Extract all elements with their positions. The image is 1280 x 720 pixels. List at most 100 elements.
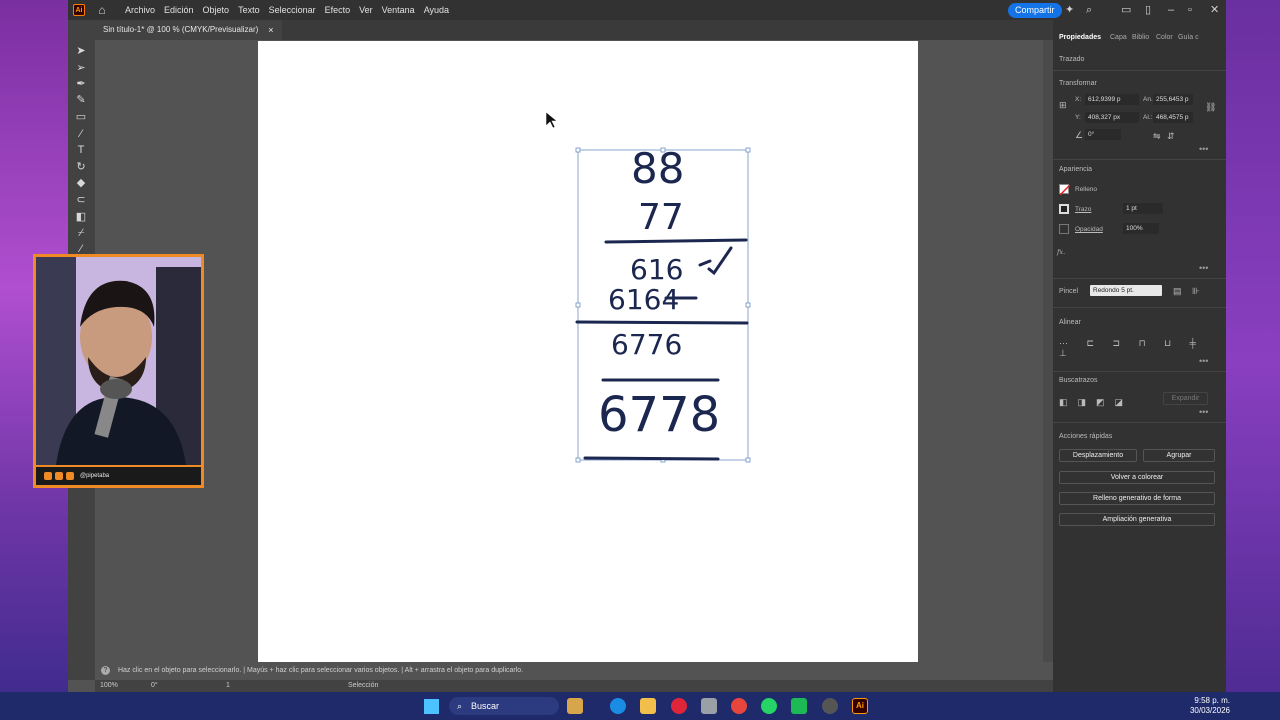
- fill-swatch[interactable]: [1059, 184, 1070, 195]
- more-options-icon[interactable]: •••: [1199, 144, 1208, 154]
- document-tab-bar: Sin título-1* @ 100 % (CMYK/Previsualiza…: [95, 20, 1053, 40]
- zoom-level[interactable]: 100%: [100, 680, 118, 692]
- app-icon[interactable]: [791, 698, 807, 714]
- taskbar-search[interactable]: ⌕ Buscar: [449, 697, 559, 715]
- tab-capas[interactable]: Capa: [1110, 34, 1127, 41]
- handwriting-drawing[interactable]: 88 77 616 6164 6776 6778: [258, 41, 918, 662]
- whatsapp-icon[interactable]: [761, 698, 777, 714]
- home-icon[interactable]: ⌂: [95, 3, 109, 17]
- status-bar: 100% 0° 1 Selección: [95, 680, 1053, 692]
- minimize-icon[interactable]: –: [1168, 3, 1174, 17]
- rotate-tool-icon[interactable]: ↻: [74, 160, 88, 174]
- desktop-background-right: [1226, 0, 1280, 720]
- tab-bibliotecas[interactable]: Biblio: [1132, 34, 1149, 41]
- pathfinder-buttons-icon[interactable]: ◧◨◩◪: [1059, 397, 1133, 407]
- quick-actions-title: Acciones rápidas: [1059, 433, 1113, 440]
- object-type-label: Trazado: [1059, 56, 1085, 63]
- flip-vertical-icon[interactable]: ⇵: [1167, 131, 1175, 141]
- rotation-view[interactable]: 0°: [151, 680, 158, 692]
- windows-start-icon[interactable]: [424, 699, 439, 714]
- rotation-field[interactable]: 0°: [1085, 129, 1121, 140]
- menu-bar: Ai ⌂ Archivo Edición Objeto Texto Selecc…: [68, 0, 1226, 20]
- vertical-scrollbar[interactable]: [1043, 40, 1053, 670]
- align-more-icon[interactable]: •••: [1199, 356, 1208, 366]
- tab-propiedades[interactable]: Propiedades: [1059, 34, 1101, 41]
- system-clock[interactable]: 9:58 p. m. 30/03/2026: [1160, 696, 1230, 716]
- brush-library-icon[interactable]: ▤: [1173, 286, 1182, 296]
- obs-icon[interactable]: [822, 698, 838, 714]
- social-handle: @pipetaba: [80, 473, 110, 479]
- align-buttons-icon[interactable]: ⋯ ⊏ ⊐ ⊓ ⊔ ╪ ⊥: [1059, 338, 1226, 358]
- chrome-icon[interactable]: [731, 698, 747, 714]
- pathfinder-more-icon[interactable]: •••: [1199, 407, 1208, 417]
- canvas[interactable]: 88 77 616 6164 6776 6778: [95, 40, 1053, 662]
- workspace-icon[interactable]: ▭: [1121, 3, 1131, 17]
- group-button[interactable]: Agrupar: [1143, 449, 1215, 462]
- artboard-number[interactable]: 1: [226, 680, 230, 692]
- menu-ventana[interactable]: Ventana: [382, 5, 415, 15]
- menu-efecto[interactable]: Efecto: [325, 5, 351, 15]
- menu-ayuda[interactable]: Ayuda: [424, 5, 449, 15]
- artboard[interactable]: 88 77 616 6164 6776 6778: [258, 41, 918, 662]
- tab-color[interactable]: Color: [1156, 34, 1173, 41]
- webcam-overlay: @pipetaba: [33, 254, 204, 488]
- type-tool-icon[interactable]: T: [74, 143, 88, 157]
- x-field[interactable]: 612,9399 p: [1085, 94, 1139, 105]
- brush-dropdown[interactable]: Redondo 5 pt.: [1090, 285, 1162, 296]
- brush-options-icon[interactable]: ⊪: [1192, 286, 1200, 296]
- rocket-icon[interactable]: ✦: [1065, 3, 1074, 17]
- search-icon[interactable]: ⌕: [1086, 3, 1092, 17]
- document-tab[interactable]: Sin título-1* @ 100 % (CMYK/Previsualiza…: [95, 20, 282, 40]
- constrain-proportions-icon[interactable]: ⛓: [1205, 102, 1216, 112]
- illustrator-taskbar-icon[interactable]: Ai: [852, 698, 868, 714]
- arrange-icon[interactable]: ▯: [1145, 3, 1151, 17]
- generative-expand-button[interactable]: Ampliación generativa: [1059, 513, 1215, 526]
- y-field[interactable]: 408,327 px: [1085, 112, 1139, 123]
- recolor-button[interactable]: Volver a colorear: [1059, 471, 1215, 484]
- tab-guia[interactable]: Guía c: [1178, 34, 1199, 41]
- lasso-tool-icon[interactable]: ⊂: [74, 193, 88, 207]
- selection-tool-icon[interactable]: ➤: [74, 44, 88, 58]
- share-button[interactable]: Compartir: [1008, 3, 1062, 18]
- stroke-swatch[interactable]: [1059, 204, 1069, 214]
- opera-icon[interactable]: [671, 698, 687, 714]
- close-tab-icon[interactable]: ×: [268, 20, 273, 40]
- rectangle-tool-icon[interactable]: ▭: [74, 110, 88, 124]
- opacity-label[interactable]: Opacidad: [1075, 226, 1103, 233]
- menu-objeto[interactable]: Objeto: [203, 5, 230, 15]
- webcam-social-bar: @pipetaba: [36, 465, 201, 485]
- store-icon[interactable]: [701, 698, 717, 714]
- reference-point-icon[interactable]: ⊞: [1059, 100, 1067, 110]
- menu-archivo[interactable]: Archivo: [125, 5, 155, 15]
- height-field[interactable]: 468,4575 p: [1153, 112, 1193, 123]
- handwritten-line-5: 6776: [611, 328, 682, 361]
- offset-button[interactable]: Desplazamiento: [1059, 449, 1137, 462]
- widget-icon[interactable]: [567, 698, 583, 714]
- direct-selection-tool-icon[interactable]: ➢: [74, 61, 88, 75]
- curvature-tool-icon[interactable]: ✎: [74, 93, 88, 107]
- file-explorer-icon[interactable]: [640, 698, 656, 714]
- clock-time: 9:58 p. m.: [1194, 696, 1230, 705]
- pen-tool-icon[interactable]: ✒: [74, 77, 88, 91]
- expand-button[interactable]: Expandir: [1163, 392, 1208, 405]
- menu-ver[interactable]: Ver: [359, 5, 373, 15]
- menu-seleccionar[interactable]: Seleccionar: [269, 5, 316, 15]
- menu-texto[interactable]: Texto: [238, 5, 260, 15]
- appearance-more-icon[interactable]: •••: [1199, 263, 1208, 273]
- opacity-field[interactable]: 100%: [1123, 223, 1159, 234]
- width-field[interactable]: 255,6453 p: [1153, 94, 1193, 105]
- fx-icon[interactable]: fx.: [1057, 248, 1065, 256]
- close-window-icon[interactable]: ✕: [1210, 3, 1219, 17]
- handwritten-line-3: 616: [630, 253, 683, 286]
- flip-horizontal-icon[interactable]: ⇋: [1153, 131, 1161, 141]
- generative-shape-fill-button[interactable]: Relleno generativo de forma: [1059, 492, 1215, 505]
- eraser-tool-icon[interactable]: ◆: [74, 176, 88, 190]
- stroke-weight-field[interactable]: 1 pt: [1123, 203, 1163, 214]
- edge-icon[interactable]: [610, 698, 626, 714]
- maximize-icon[interactable]: ▫: [1188, 3, 1192, 17]
- gradient-tool-icon[interactable]: ◧: [74, 210, 88, 224]
- paintbrush-tool-icon[interactable]: ⁄: [74, 127, 88, 141]
- menu-edicion[interactable]: Edición: [164, 5, 194, 15]
- eyedropper-tool-icon[interactable]: ⌿: [74, 226, 88, 240]
- stroke-label[interactable]: Trazo: [1075, 206, 1091, 213]
